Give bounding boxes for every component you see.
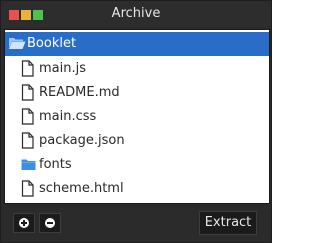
window-title: Archive: [111, 6, 161, 21]
archive-window: Archive Booklet main.js README.md main.c…: [0, 0, 272, 243]
file-tree: Booklet main.js README.md main.css packa…: [4, 29, 270, 204]
tree-item-booklet[interactable]: Booklet: [5, 32, 269, 56]
file-icon: [21, 84, 34, 105]
tree-item-scheme-html[interactable]: scheme.html: [5, 177, 269, 201]
tree-item-package-json[interactable]: package.json: [5, 129, 269, 153]
file-icon: [21, 108, 34, 129]
tree-item-main-js[interactable]: main.js: [5, 57, 269, 81]
title-bar: Archive: [1, 1, 271, 27]
file-icon: [21, 60, 34, 81]
tree-item-label: fonts: [39, 157, 72, 172]
tree-item-main-css[interactable]: main.css: [5, 105, 269, 129]
file-icon: [21, 132, 34, 153]
folder-icon: [21, 158, 36, 175]
file-icon: [21, 180, 34, 201]
folder-open-icon: [8, 36, 26, 54]
tree-item-label: scheme.html: [39, 181, 124, 196]
add-button[interactable]: [13, 213, 35, 233]
tree-item-readme-md[interactable]: README.md: [5, 81, 269, 105]
tree-item-label: README.md: [39, 85, 120, 100]
tree-item-label: package.json: [39, 133, 125, 148]
tree-item-label: main.js: [39, 61, 86, 76]
remove-button[interactable]: [39, 213, 61, 233]
tree-item-label: Booklet: [27, 36, 77, 51]
tree-item-fonts[interactable]: fonts: [5, 153, 269, 177]
extract-button[interactable]: Extract: [199, 211, 257, 235]
tree-item-label: main.css: [39, 109, 97, 124]
